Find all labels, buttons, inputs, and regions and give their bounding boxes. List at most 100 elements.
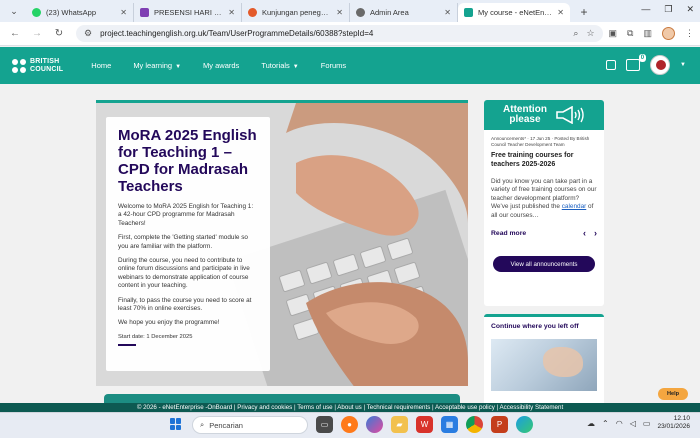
new-tab-icon[interactable]: +: [576, 4, 592, 20]
announcement-headline[interactable]: Free training courses for teachers 2025-…: [491, 151, 597, 169]
logo-text: BRITISH COUNCIL: [30, 57, 64, 73]
browser-tab-active[interactable]: My course - eNetEnterpri ✕: [458, 3, 570, 22]
browser-tab-strip: ⌄ (23) WhatsApp ✕ PRESENSI HARI KEDUA W …: [0, 0, 700, 22]
tab-search-icon[interactable]: ⌄: [6, 3, 22, 19]
url-text: project.teachingenglish.org.uk/Team/User…: [100, 29, 374, 38]
nav-my-learning[interactable]: My learning ▼: [133, 61, 181, 70]
edge-icon[interactable]: [516, 416, 533, 433]
messages-icon[interactable]: 0: [626, 54, 647, 71]
course-title: MoRA 2025 English for Teaching 1 – CPD f…: [118, 127, 257, 195]
back-icon[interactable]: ←: [6, 25, 24, 43]
close-icon[interactable]: ✕: [557, 8, 564, 17]
bookmark-star-icon[interactable]: ☆: [586, 28, 594, 39]
close-window-icon[interactable]: ✕: [686, 4, 694, 15]
announcement-meta: Announcements* · 17 Jun 25 · Posted By B…: [491, 136, 590, 147]
notes-icon[interactable]: [606, 60, 617, 70]
wifi-icon[interactable]: ◠: [616, 419, 623, 428]
globe-icon: [356, 8, 365, 17]
browser-tab[interactable]: (23) WhatsApp ✕: [26, 3, 134, 22]
nav-home[interactable]: Home: [91, 61, 111, 70]
intro-paragraph: First, complete the 'Getting started' mo…: [118, 234, 248, 250]
task-view-icon[interactable]: ▭: [316, 416, 333, 433]
sidepanel-icon[interactable]: ▥: [643, 28, 652, 39]
address-bar: ← → ↻ ⚙ project.teachingenglish.org.uk/T…: [0, 22, 700, 46]
tab-title: Admin Area: [370, 8, 409, 17]
chevron-down-icon: ▼: [175, 64, 182, 70]
clock[interactable]: 12.10 23/01/2026: [657, 415, 690, 431]
menu-dots-icon[interactable]: ⋮: [685, 28, 694, 39]
site-info-icon[interactable]: ⚙: [84, 28, 92, 39]
read-more-link[interactable]: Read more: [491, 230, 526, 237]
chevron-down-icon[interactable]: ▼: [680, 62, 686, 68]
megaphone-icon: [556, 106, 584, 124]
reload-icon[interactable]: ↻: [50, 25, 68, 43]
title-underline: [118, 343, 136, 346]
nav-tutorials[interactable]: Tutorials ▼: [261, 61, 298, 70]
user-avatar[interactable]: [650, 55, 671, 75]
course-intro-card: MoRA 2025 English for Teaching 1 – CPD f…: [106, 117, 270, 371]
taskbar-search-input[interactable]: ⌕ Pencarian: [192, 416, 308, 434]
close-icon[interactable]: ✕: [444, 8, 451, 17]
announcement-pager: ‹ ›: [583, 228, 597, 238]
nav-forums[interactable]: Forums: [321, 61, 346, 70]
file-explorer-icon[interactable]: ▰: [391, 416, 408, 433]
browser-tab[interactable]: Admin Area ✕: [350, 3, 458, 22]
navbar-actions: 0 ▼: [606, 54, 686, 75]
powerpoint-icon[interactable]: P: [491, 416, 508, 433]
tab-title: PRESENSI HARI KEDUA W: [154, 8, 225, 17]
store-icon[interactable]: ▦: [441, 416, 458, 433]
clock-date: 23/01/2026: [657, 423, 690, 430]
intro-paragraph: During the course, you need to contribut…: [118, 257, 250, 290]
forward-icon[interactable]: →: [28, 25, 46, 43]
firefox-icon[interactable]: ●: [341, 416, 358, 433]
zoom-icon[interactable]: ⌕: [573, 28, 578, 39]
site-navbar: BRITISH COUNCIL Home My learning ▼ My awa…: [0, 47, 700, 84]
intro-paragraph: Welcome to MoRA 2025 English for Teachin…: [118, 203, 254, 227]
continue-title: Continue where you left off: [491, 323, 579, 330]
nav-my-awards[interactable]: My awards: [203, 61, 239, 70]
close-icon[interactable]: ✕: [120, 8, 127, 17]
minimize-icon[interactable]: —: [641, 4, 650, 15]
search-icon: ⌕: [200, 420, 205, 429]
view-all-announcements-button[interactable]: View all announcements: [493, 256, 595, 273]
url-field[interactable]: ⚙ project.teachingenglish.org.uk/Team/Us…: [76, 25, 603, 42]
calendar-link[interactable]: calendar: [562, 203, 587, 210]
puzzle-icon[interactable]: ⧉: [627, 28, 633, 39]
browser-tab[interactable]: Kunjungan penegak pane ✕: [242, 3, 350, 22]
british-council-logo[interactable]: BRITISH COUNCIL: [12, 58, 63, 74]
close-icon[interactable]: ✕: [228, 8, 235, 17]
chrome-icon[interactable]: [466, 416, 483, 433]
close-icon[interactable]: ✕: [336, 8, 343, 17]
tab-title: (23) WhatsApp: [46, 8, 97, 17]
profile-avatar[interactable]: [662, 27, 675, 40]
intro-paragraph: Finally, to pass the course you need to …: [118, 296, 252, 313]
taskbar-apps: ▭ ● ▰ W ▦ P: [316, 416, 533, 433]
windows-start-icon[interactable]: [170, 418, 182, 430]
announcement-text: Did you know you can take part in a vari…: [491, 178, 597, 219]
battery-icon[interactable]: ▭: [643, 419, 651, 428]
chevron-right-icon[interactable]: ›: [594, 228, 597, 238]
chevron-left-icon[interactable]: ‹: [583, 228, 586, 238]
tab-title: My course - eNetEnterpri: [478, 8, 554, 17]
continue-panel: Continue where you left off: [484, 314, 604, 406]
copilot-icon[interactable]: [366, 416, 383, 433]
wps-office-icon[interactable]: W: [416, 416, 433, 433]
help-button[interactable]: Help: [658, 388, 688, 400]
search-placeholder: Pencarian: [209, 420, 243, 430]
browser-tab[interactable]: PRESENSI HARI KEDUA W ✕: [134, 3, 242, 22]
site-favicon-icon: [464, 8, 473, 17]
announcements-panel: Attention please Announcements* · 17 Jun…: [484, 100, 604, 306]
start-date: Start date: 1 December 2025: [118, 333, 193, 340]
browser-toolbar: ▣ ⧉ ▥ ⋮: [609, 27, 694, 40]
restore-icon[interactable]: ❐: [664, 4, 672, 15]
chevron-up-icon[interactable]: ⌃: [602, 419, 609, 428]
volume-icon[interactable]: ◁: [630, 419, 636, 428]
forms-icon: [140, 8, 149, 17]
intro-paragraph: We hope you enjoy the programme!: [118, 319, 220, 327]
whatsapp-icon: [32, 8, 41, 17]
sparkle-icon: [248, 8, 257, 17]
cloud-icon[interactable]: ☁: [587, 419, 595, 428]
extension-icon[interactable]: ▣: [609, 28, 618, 39]
tab-title: Kunjungan penegak pane: [262, 8, 332, 17]
continue-course-thumbnail[interactable]: [491, 339, 597, 391]
